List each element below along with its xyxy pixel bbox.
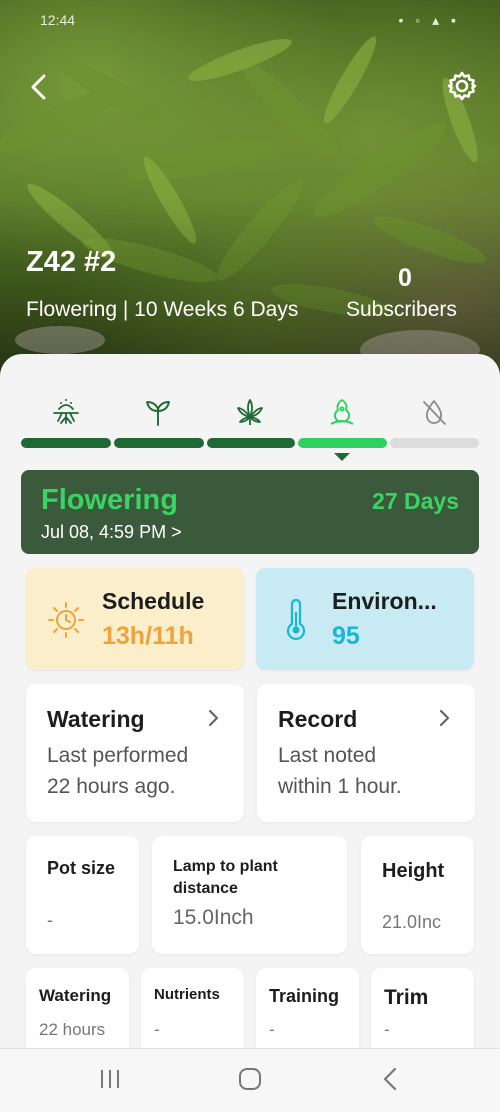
- home-button[interactable]: [230, 1063, 270, 1095]
- status-time: 12:44: [40, 12, 76, 28]
- recent-apps-button[interactable]: [90, 1063, 130, 1095]
- vegetative-leaf-icon: [237, 399, 263, 425]
- stage-vegetative[interactable]: [230, 394, 270, 430]
- current-stage-indicator: [334, 453, 350, 461]
- activity-training-value: -: [269, 1020, 275, 1039]
- lamp-distance-card[interactable]: Lamp to plant distance 15.0Inch: [152, 836, 347, 954]
- lamp-distance-label-2: distance: [173, 880, 238, 897]
- watering-line-2: 22 hours ago.: [47, 775, 176, 798]
- stage-progress-harvest: [390, 438, 479, 448]
- plant-detail-sheet: Flowering Jul 08, 4:59 PM > 27 Days Sche…: [0, 354, 500, 1058]
- stage-icons-row: [20, 394, 480, 434]
- watering-line-1: Last performed: [47, 744, 189, 767]
- flowering-bud-icon: [330, 399, 354, 425]
- activity-watering-value: 22 hours: [39, 1020, 106, 1039]
- germination-icon: [53, 399, 79, 424]
- stage-germination[interactable]: [46, 394, 86, 430]
- subscribers-count[interactable]: 0: [398, 264, 412, 293]
- harvest-drying-icon: [423, 400, 446, 425]
- watering-title: Watering: [47, 706, 145, 732]
- stage-harvest[interactable]: [414, 394, 454, 430]
- stage-progress-flowering: [298, 438, 387, 448]
- height-value: 21.0Inc: [382, 912, 442, 932]
- activity-training-label: Training: [269, 986, 340, 1006]
- environment-label: Environ...: [332, 588, 437, 614]
- watering-card[interactable]: Watering Last performed 22 hours ago.: [26, 684, 244, 822]
- thermometer-icon: [286, 598, 306, 641]
- back-button[interactable]: [24, 70, 52, 104]
- record-card[interactable]: Record Last noted within 1 hour.: [257, 684, 475, 822]
- stage-progress-seedling: [114, 438, 204, 448]
- activity-watering-card[interactable]: Watering 22 hours: [26, 968, 129, 1058]
- plant-stage-duration: Flowering | 10 Weeks 6 Days: [26, 298, 299, 321]
- stage-seedling[interactable]: [138, 394, 178, 430]
- gear-icon: [447, 71, 477, 101]
- settings-button[interactable]: [444, 68, 480, 104]
- status-bar: 12:44 • ◦ ▴ ▪: [40, 10, 460, 30]
- schedule-value: 13h/11h: [102, 622, 194, 650]
- environment-card[interactable]: Environ... 95: [256, 568, 474, 670]
- pot-size-label: Pot size: [47, 858, 116, 878]
- subscribers-label[interactable]: Subscribers: [346, 298, 457, 322]
- activity-trim-label: Trim: [384, 986, 429, 1009]
- activity-watering-label: Watering: [39, 986, 112, 1005]
- height-card[interactable]: Height 21.0Inc: [361, 836, 474, 954]
- stage-progress-vegetative: [207, 438, 295, 448]
- stage-days: 27 Days: [372, 488, 459, 514]
- photo-overlay: [0, 200, 500, 380]
- plant-name: Z42 #2: [26, 246, 117, 278]
- activity-trim-value: -: [384, 1020, 390, 1039]
- stage-start-date: Jul 08, 4:59 PM >: [41, 522, 182, 542]
- home-icon: [239, 1068, 261, 1090]
- system-navigation-bar: [0, 1048, 500, 1112]
- record-line-2: within 1 hour.: [278, 775, 402, 798]
- chevron-left-icon: [31, 74, 46, 100]
- stage-progress-germination: [21, 438, 111, 448]
- activity-trim-card[interactable]: Trim -: [371, 968, 474, 1058]
- lamp-distance-value: 15.0Inch: [173, 906, 254, 929]
- activity-nutrients-value: -: [154, 1020, 160, 1039]
- schedule-label: Schedule: [102, 588, 205, 614]
- system-back-button[interactable]: [370, 1063, 410, 1095]
- current-stage-card[interactable]: Flowering Jul 08, 4:59 PM > 27 Days: [21, 470, 479, 554]
- stage-title: Flowering: [41, 484, 178, 516]
- schedule-card[interactable]: Schedule 13h/11h: [26, 568, 244, 670]
- recent-apps-icon: [101, 1070, 119, 1088]
- activity-nutrients-label: Nutrients: [154, 986, 220, 1003]
- pot-size-card[interactable]: Pot size -: [26, 836, 139, 954]
- lamp-distance-label-1: Lamp to plant: [173, 858, 278, 875]
- sun-clock-icon: [48, 602, 84, 638]
- pot-size-value: -: [47, 910, 53, 930]
- back-icon: [383, 1067, 397, 1091]
- environment-value: 95: [332, 622, 360, 650]
- activity-nutrients-card[interactable]: Nutrients -: [141, 968, 244, 1058]
- plant-photo-header: 12:44 • ◦ ▴ ▪ Z42 #2 Flowering | 10 Week…: [0, 0, 500, 380]
- height-label: Height: [382, 860, 445, 882]
- status-icons: • ◦ ▴ ▪: [398, 11, 460, 28]
- record-title: Record: [278, 706, 358, 732]
- chevron-right-icon: [208, 709, 219, 727]
- chevron-right-icon: [439, 709, 450, 727]
- stage-flowering[interactable]: [322, 394, 362, 430]
- seedling-icon: [146, 401, 170, 426]
- record-line-1: Last noted: [278, 744, 377, 767]
- activity-training-card[interactable]: Training -: [256, 968, 359, 1058]
